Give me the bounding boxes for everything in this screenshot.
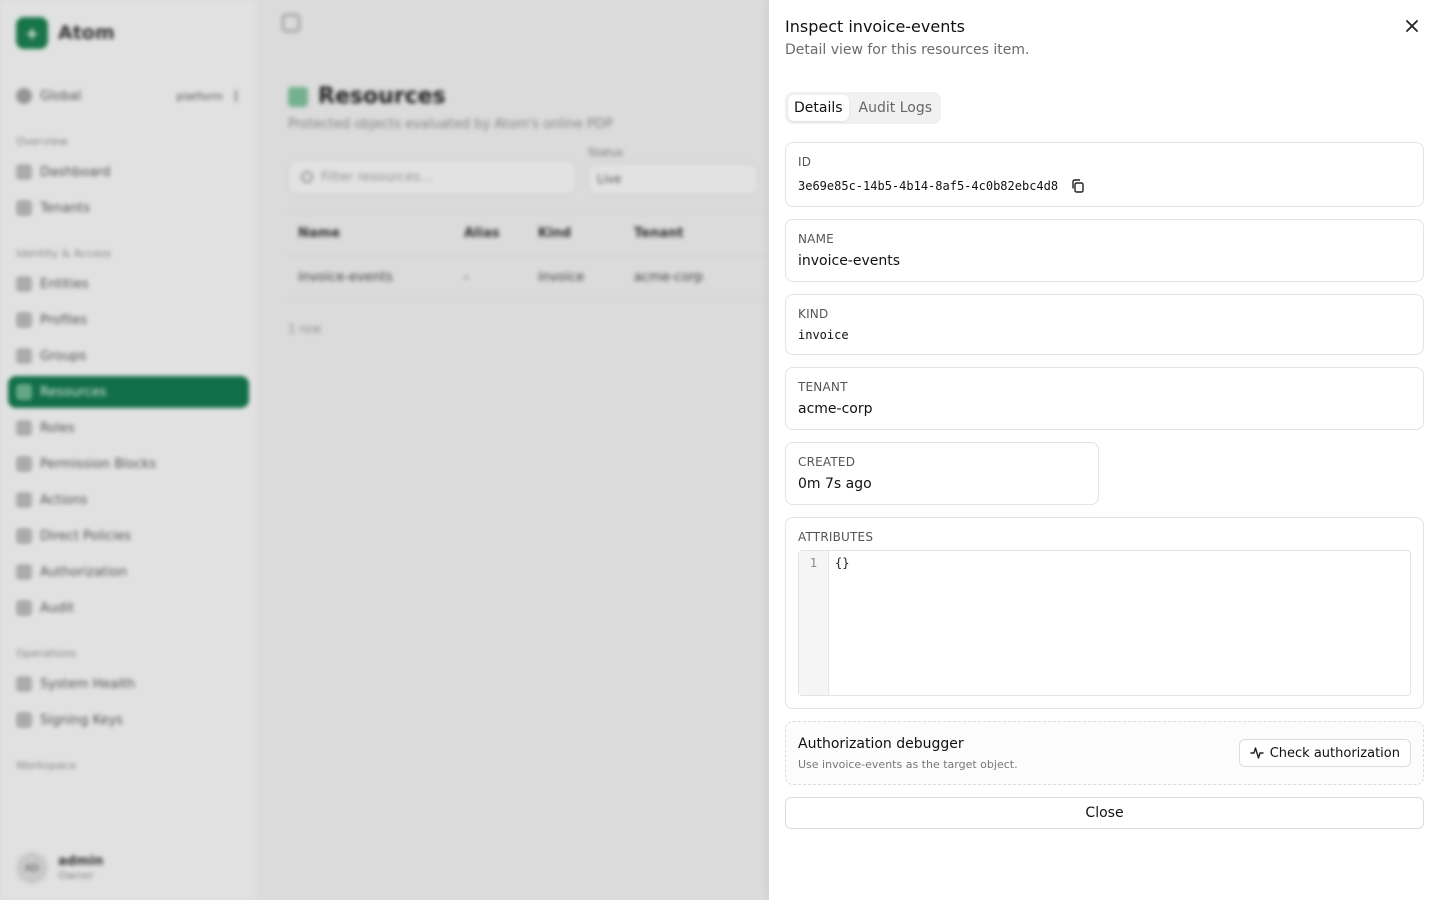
check-authorization-label: Check authorization	[1269, 745, 1400, 761]
id-label: ID	[798, 155, 812, 169]
created-label: CREATED	[798, 455, 856, 469]
drawer-subtitle: Detail view for this resources item.	[785, 42, 1030, 58]
id-field: ID 3e69e85c-14b5-4b14-8af5-4c0b82ebc4d8	[785, 142, 1424, 207]
created-value: 0m 7s ago	[798, 476, 872, 492]
tab-audit-logs[interactable]: Audit Logs	[853, 95, 938, 121]
name-label: NAME	[798, 232, 834, 246]
attributes-label: ATTRIBUTES	[798, 530, 874, 544]
name-value: invoice-events	[798, 253, 901, 269]
debugger-title: Authorization debugger	[798, 735, 964, 752]
kind-field: KIND invoice	[785, 294, 1424, 355]
tenant-value: acme-corp	[798, 401, 873, 417]
attributes-editor[interactable]: 1 {}	[798, 550, 1411, 696]
check-authorization-button[interactable]: Check authorization	[1238, 739, 1411, 767]
tab-details[interactable]: Details	[788, 95, 849, 121]
attributes-field: ATTRIBUTES 1 {}	[785, 517, 1424, 709]
attributes-code[interactable]: {}	[829, 551, 855, 695]
drawer-tabs: Details Audit Logs	[785, 92, 942, 124]
tenant-label: TENANT	[798, 380, 848, 394]
authorization-debugger: Authorization debugger Use invoice-event…	[785, 721, 1424, 785]
inspect-drawer: Inspect invoice-events Detail view for t…	[769, 0, 1440, 900]
modal-backdrop[interactable]	[0, 0, 769, 900]
close-icon[interactable]	[1402, 16, 1422, 36]
line-number: 1	[799, 551, 829, 695]
close-button[interactable]: Close	[785, 797, 1424, 829]
drawer-title: Inspect invoice-events	[785, 17, 965, 36]
kind-value: invoice	[798, 328, 849, 342]
activity-icon	[1250, 747, 1264, 759]
id-value: 3e69e85c-14b5-4b14-8af5-4c0b82ebc4d8	[798, 179, 1059, 193]
kind-label: KIND	[798, 307, 829, 321]
created-field: CREATED 0m 7s ago	[785, 442, 1099, 505]
name-field: NAME invoice-events	[785, 219, 1424, 282]
tenant-field: TENANT acme-corp	[785, 367, 1424, 430]
debugger-subtitle: Use invoice-events as the target object.	[798, 757, 1018, 771]
copy-icon[interactable]	[1070, 178, 1086, 194]
